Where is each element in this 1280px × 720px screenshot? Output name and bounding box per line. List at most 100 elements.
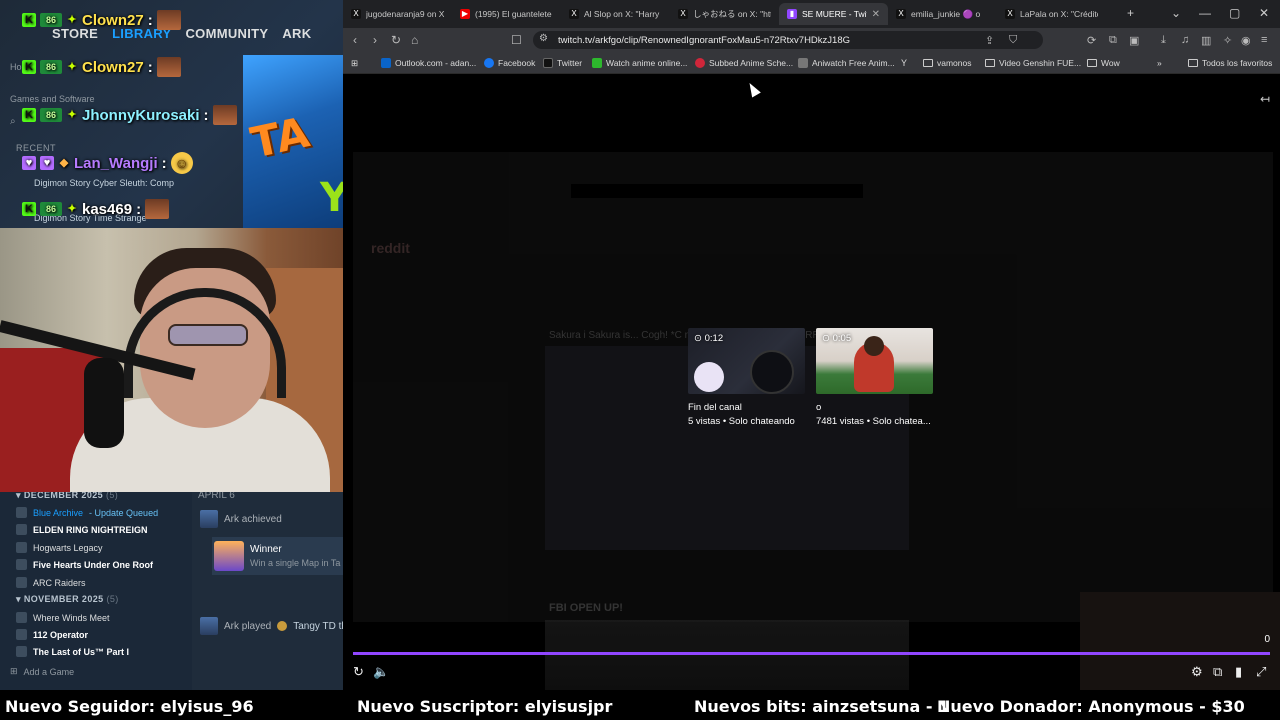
bookmark-folder[interactable]: Video Genshin FUE... xyxy=(985,58,1081,68)
browser-tab[interactable]: X LaPala on X: "Crédito xyxy=(997,3,1106,25)
collapse-icon[interactable]: ↤ xyxy=(1260,92,1270,106)
clip-thumbnail[interactable]: ⊙ 0:05 xyxy=(816,328,933,394)
kick-badge-icon: K xyxy=(22,202,36,216)
library-item[interactable]: Hogwarts Legacy xyxy=(16,542,103,553)
reload-icon[interactable]: ↻ xyxy=(391,33,401,47)
clip-duration: ⊙ 0:05 xyxy=(822,333,852,344)
site-info-icon[interactable]: ⚙ xyxy=(539,33,548,44)
bookmark-item[interactable]: Facebook xyxy=(484,58,535,68)
tab-search-icon[interactable]: ⌄ xyxy=(1171,6,1181,20)
ticker-donation: Nuevo Donador: Anonymous - $30 xyxy=(937,697,1245,716)
browser-tab[interactable]: Xjugodenaranja9 on X: xyxy=(343,3,452,25)
bookmark-item[interactable]: Outlook.com - adan... xyxy=(381,58,476,68)
browser-tab[interactable]: X Al Slop on X: "Harry P xyxy=(561,3,670,25)
bookmark-item[interactable]: Subbed Anime Sche... xyxy=(695,58,793,68)
bookmark-item[interactable]: Twitter xyxy=(543,58,582,68)
game-icon xyxy=(16,646,27,657)
chat-message: K 86 ✦ kas469 : xyxy=(22,199,170,219)
clip-title[interactable]: o xyxy=(816,402,933,413)
share-icon[interactable]: ⇪ xyxy=(985,34,994,47)
back-icon[interactable]: ‹ xyxy=(353,33,357,47)
browser-tab[interactable]: Xしゃおねる on X: "https: xyxy=(670,3,779,25)
avatar[interactable] xyxy=(200,510,218,528)
x-logo-icon: X xyxy=(1005,9,1015,19)
browser-window: Xjugodenaranja9 on X: ▶ (1995) El guantel… xyxy=(343,0,1280,690)
steam-nav-community[interactable]: COMMUNITY xyxy=(185,26,268,41)
bookmark-folder[interactable]: vamonos xyxy=(923,58,972,68)
library-item[interactable]: Five Hearts Under One Roof xyxy=(16,559,153,570)
clip-thumbnail[interactable]: ⊙ 0:12 xyxy=(688,328,805,394)
settings-icon[interactable]: ⚙ xyxy=(1191,664,1203,680)
chat-emote-icon xyxy=(156,10,181,30)
bookmark-folder[interactable]: Wow xyxy=(1087,58,1120,68)
extension-icon[interactable]: ⟳ xyxy=(1087,34,1096,47)
bookmark-icon[interactable]: ☐ xyxy=(511,33,522,47)
browser-tab-active[interactable]: ▮SE MUERE - Twitch✕ xyxy=(779,3,888,25)
volume-icon[interactable]: 🔈 xyxy=(373,664,389,680)
chat-separator: : xyxy=(203,106,209,124)
chat-emote-icon xyxy=(212,105,237,125)
bookmark-item[interactable]: Aniwatch Free Anim... xyxy=(798,58,895,68)
clip-title[interactable]: Fin del canal xyxy=(688,402,805,413)
library-item[interactable]: The Last of Us™ Part I xyxy=(16,646,129,657)
maximize-icon[interactable]: ▢ xyxy=(1229,6,1240,20)
youtube-icon: ▶ xyxy=(460,9,470,19)
fullscreen-icon[interactable]: ⤢ xyxy=(1256,664,1266,680)
bookmarks-bar: ⊞ Outlook.com - adan... Facebook Twitter… xyxy=(343,52,1280,74)
clip-views: 7481 vistas • Solo chatea... xyxy=(816,416,931,427)
kick-badge-icon: K xyxy=(22,60,36,74)
search-icon[interactable]: ⌕ xyxy=(10,116,16,127)
recommended-clip[interactable]: ⊙ 0:12 Fin del canal 5 vistas • Solo cha… xyxy=(688,328,805,427)
progress-fill xyxy=(353,652,1270,655)
add-game-button[interactable]: ⊞ Add a Game xyxy=(10,666,74,677)
download-icon[interactable]: ⤓ xyxy=(1161,34,1166,47)
new-tab-icon[interactable]: + xyxy=(1127,6,1134,20)
replay-icon[interactable]: ↻ xyxy=(353,664,364,680)
music-icon[interactable]: ♫ xyxy=(1181,34,1189,46)
steam-nav-ark[interactable]: ARK xyxy=(282,26,311,41)
address-bar-row: ‹ › ↻ ⌂ ☐ ⚙ twitch.tv/arkfgo/clip/Renown… xyxy=(343,28,1280,52)
all-bookmarks[interactable]: Todos los favoritos xyxy=(1188,58,1272,68)
banner-logo-art: TA xyxy=(246,107,314,168)
close-tab-icon[interactable]: ✕ xyxy=(872,9,880,20)
wallet-icon[interactable]: ◉ xyxy=(1241,34,1251,47)
chat-message: K 86 ✦ JhonnyKurosaki : xyxy=(22,105,237,125)
extension-icon[interactable]: ▣ xyxy=(1129,34,1139,47)
more-bookmarks-icon[interactable]: » xyxy=(1157,58,1162,68)
section-header[interactable]: ▾ NOVEMBER 2025 (5) xyxy=(16,594,119,605)
progress-bar[interactable] xyxy=(353,652,1270,655)
puzzle-icon[interactable]: ⧉ xyxy=(1109,34,1117,47)
theatre-mode-icon[interactable]: ▮ xyxy=(1235,664,1242,680)
achievement-title: Winner xyxy=(250,544,282,555)
clip-player[interactable]: reddit Sakura i Sakura is... Cogh! *C mu… xyxy=(343,74,1280,690)
chat-emote-icon xyxy=(145,199,170,219)
brave-shield-icon[interactable]: ⛉ xyxy=(1009,34,1017,47)
browser-tab[interactable]: Xemilia_junkie 🟣 o xyxy=(888,3,997,25)
minimize-icon[interactable]: — xyxy=(1199,6,1211,20)
recommended-clip[interactable]: ⊙ 0:05 o 7481 vistas • Solo chatea... xyxy=(816,328,933,427)
bookmark-item[interactable]: Watch anime online... xyxy=(592,58,687,68)
video-black-bar xyxy=(571,184,863,198)
bookmark-item[interactable]: Y xyxy=(901,58,907,68)
clip-icon[interactable]: ⧉ xyxy=(1213,664,1222,680)
library-item[interactable]: ARC Raiders xyxy=(16,577,86,588)
library-item[interactable]: Blue Archive - Update Queued xyxy=(16,507,158,518)
menu-icon[interactable]: ≡ xyxy=(1261,34,1267,46)
apps-icon[interactable]: ⊞ xyxy=(351,58,358,69)
home-icon[interactable]: ⌂ xyxy=(411,33,418,47)
url-text[interactable]: twitch.tv/arkfgo/clip/RenownedIgnorantFo… xyxy=(558,35,850,46)
library-item[interactable]: ELDEN RING NIGHTREIGN xyxy=(16,524,148,535)
close-window-icon[interactable]: ✕ xyxy=(1259,6,1269,20)
achievement-icon xyxy=(214,541,244,571)
ai-icon[interactable]: ✧ xyxy=(1223,34,1232,47)
screen: STORE LIBRARY COMMUNITY ARK Hor Games an… xyxy=(0,0,1280,720)
steam-filter-label[interactable]: Games and Software xyxy=(10,94,95,104)
steam-recent-item[interactable]: Digimon Story Cyber Sleuth: Comp xyxy=(34,178,174,188)
avatar[interactable] xyxy=(200,617,218,635)
sidebar-icon[interactable]: ▥ xyxy=(1201,34,1211,47)
library-item[interactable]: Where Winds Meet xyxy=(16,612,110,623)
library-item[interactable]: 112 Operator xyxy=(16,629,88,640)
forward-icon[interactable]: › xyxy=(373,33,377,47)
browser-tab[interactable]: ▶ (1995) El guantelete p xyxy=(452,3,561,25)
achievement-card[interactable]: Winner Win a single Map in Ta xyxy=(212,537,343,575)
